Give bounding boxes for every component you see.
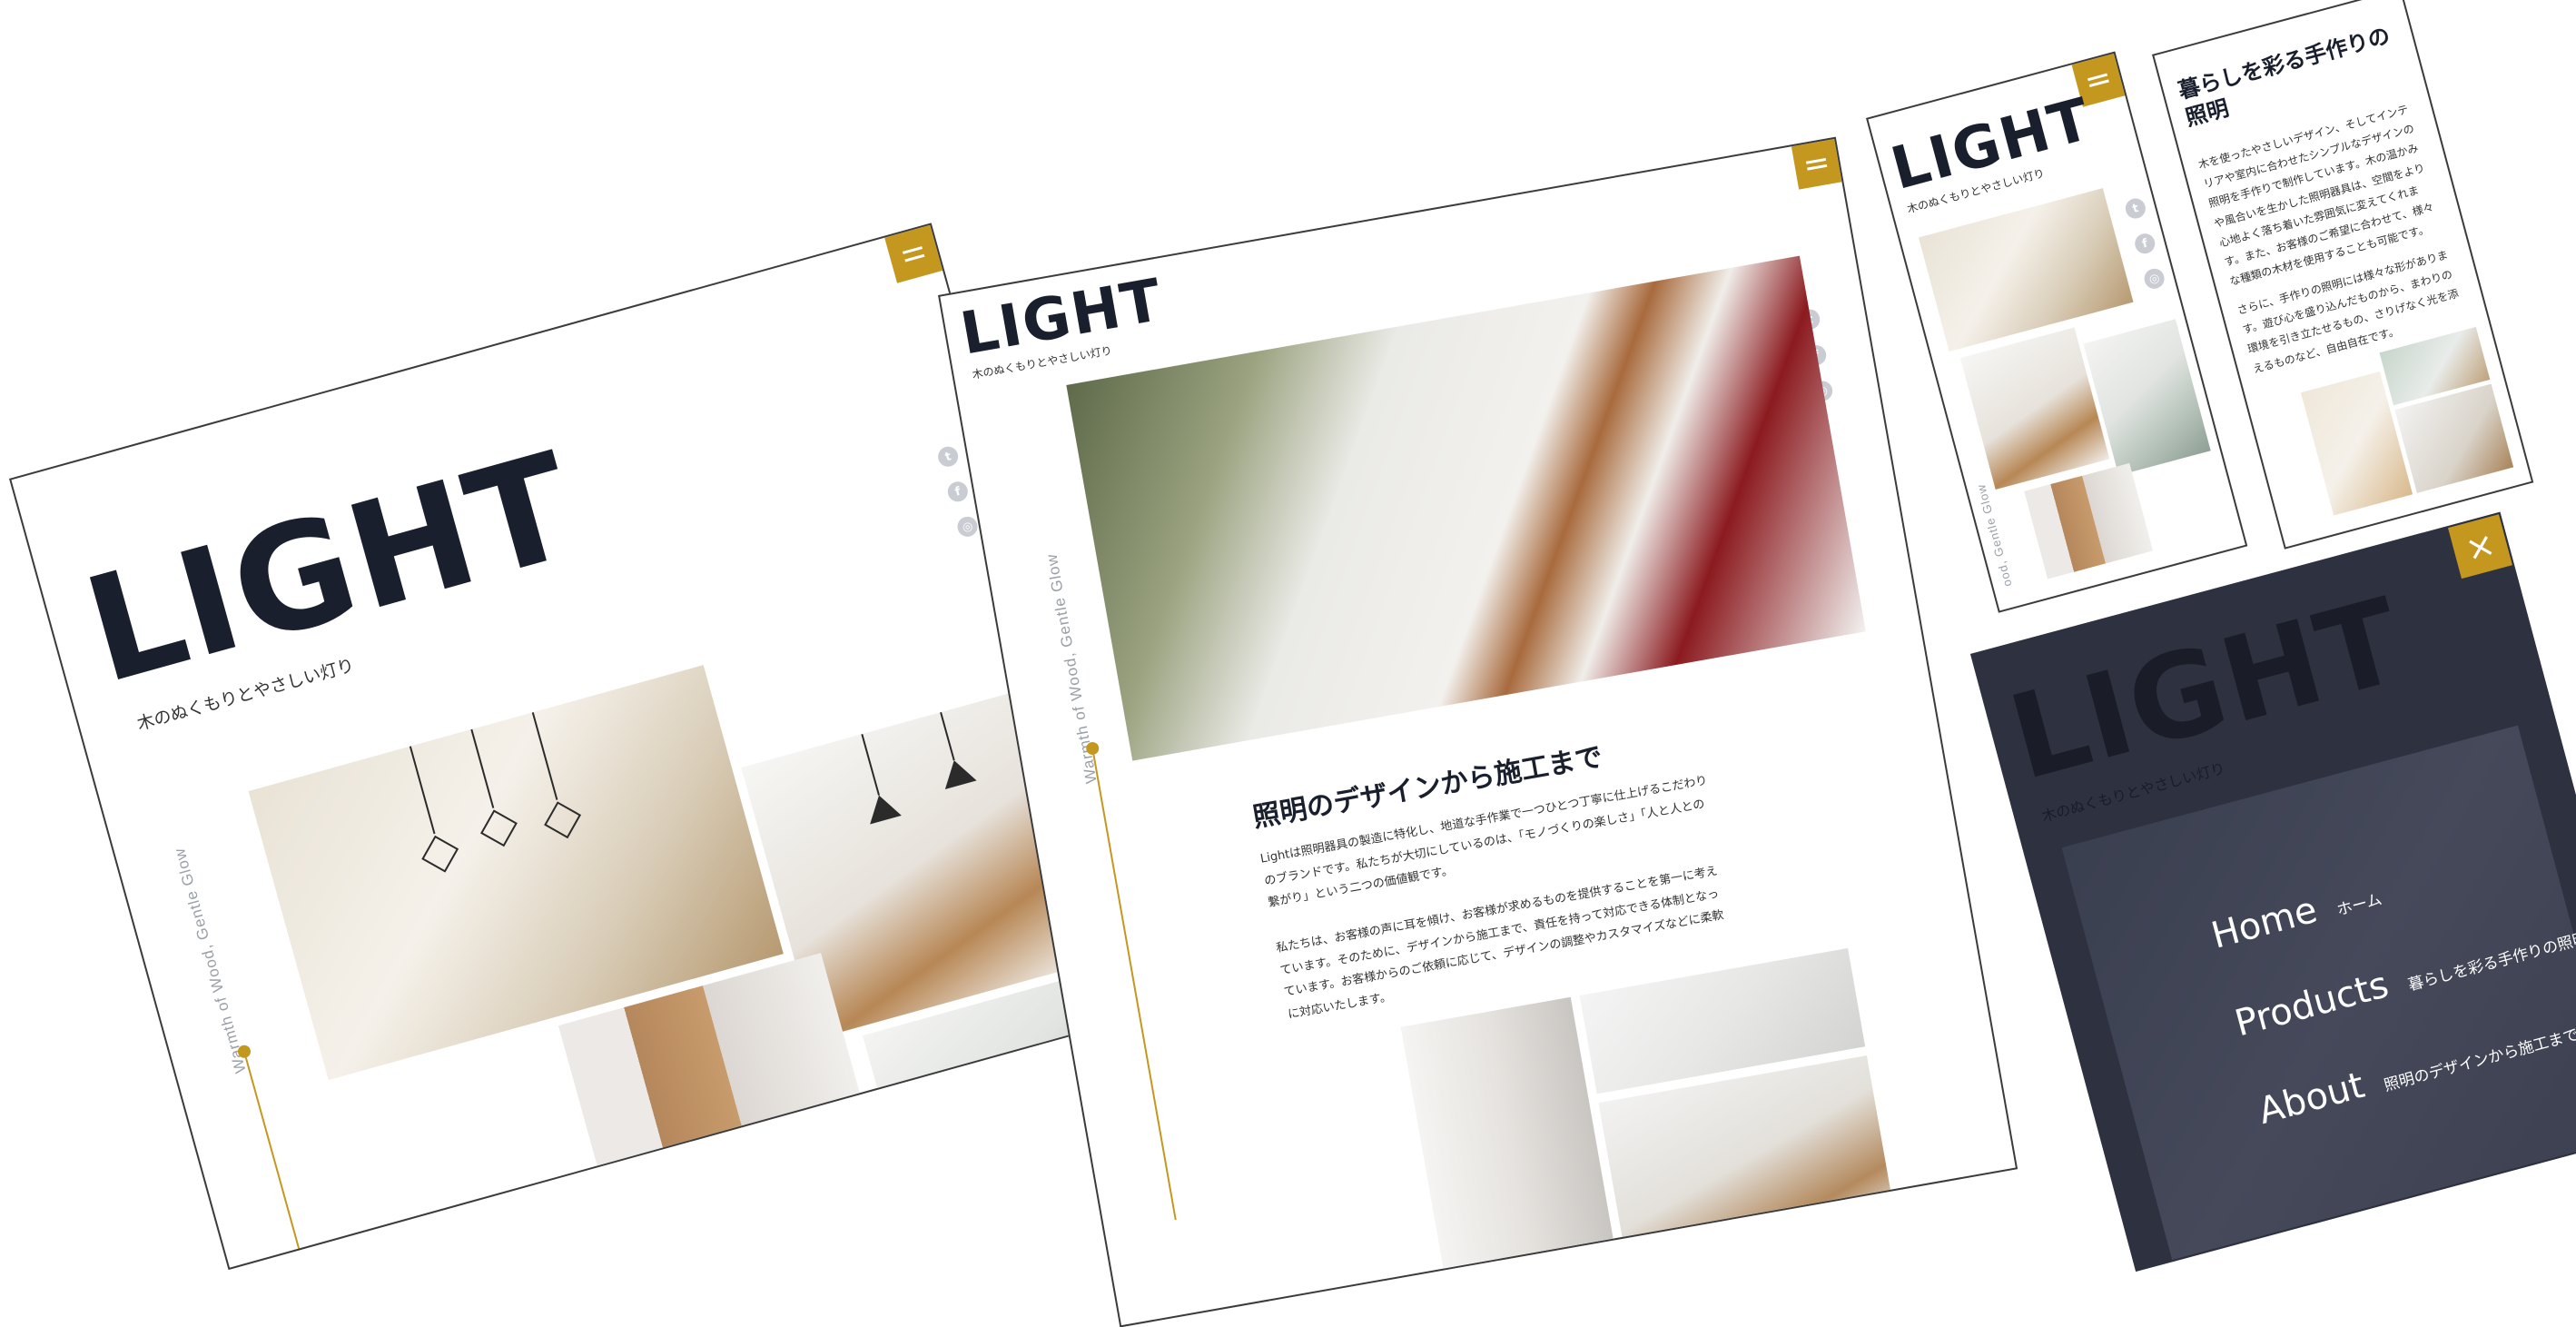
menu-icon	[1806, 157, 1827, 171]
instagram-icon[interactable]: ◎	[2142, 266, 2167, 292]
facebook-icon[interactable]: f	[945, 479, 971, 504]
menu-button[interactable]	[1791, 138, 1842, 190]
about-photo-door	[1400, 996, 1618, 1296]
vertical-catchphrase: ood, Gentle Glow	[1973, 482, 2015, 589]
scroll-indicator-line	[1092, 754, 1177, 1221]
tablet-photo-wood-wall	[2024, 462, 2154, 579]
tablet-photo-dining	[1919, 188, 2134, 352]
close-menu-button[interactable]: ×	[2447, 514, 2513, 579]
scroll-indicator-line	[244, 1057, 301, 1251]
vertical-catchphrase: Warmth of Wood, Gentle Glow	[170, 846, 250, 1075]
twitter-icon[interactable]: t	[2123, 196, 2148, 222]
menu-icon	[902, 246, 925, 262]
mockup-nav-overlay: × LIGHT 木のぬくもりとやさしい灯り Home ホーム Products …	[1970, 511, 2576, 1273]
facebook-icon[interactable]: f	[2132, 231, 2157, 256]
twitter-icon[interactable]: t	[935, 444, 961, 470]
instagram-icon[interactable]: ◎	[954, 514, 981, 540]
social-links: t f ◎	[2123, 196, 2167, 292]
menu-button[interactable]	[884, 224, 943, 283]
menu-icon	[2087, 73, 2109, 88]
mockup-desktop-about: LIGHT 木のぬくもりとやさしい灯り t f ◎ Warmth of Wood…	[938, 136, 2018, 1327]
close-icon: ×	[2461, 523, 2500, 570]
about-photo-kitchen	[1066, 255, 1866, 761]
about-photo-hall	[1598, 1055, 1896, 1264]
